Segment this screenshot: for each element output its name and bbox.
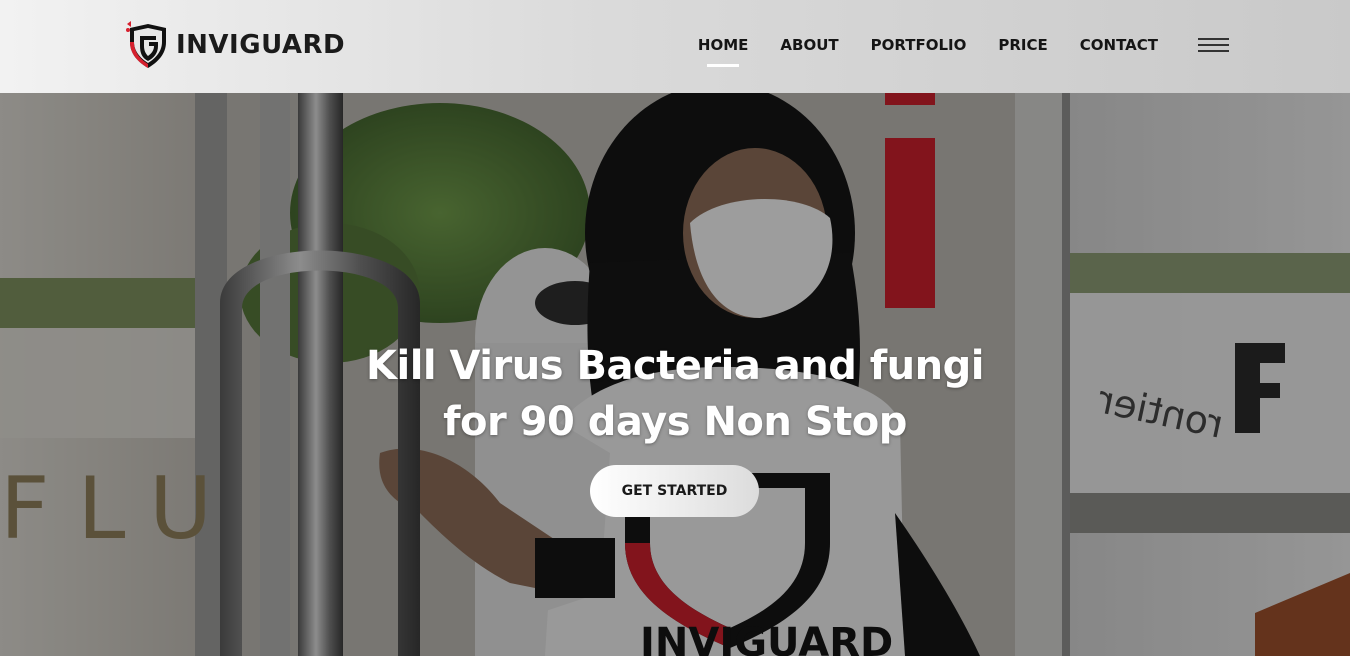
shield-logo-icon <box>126 21 166 68</box>
hero-title: Kill Virus Bacteria and fungi for 90 day… <box>275 338 1075 450</box>
nav-item-contact[interactable]: CONTACT <box>1080 36 1158 54</box>
hamburger-menu-icon[interactable] <box>1198 38 1229 56</box>
hero-section: FLU rontier INVIGUARD Kill Virus Bacteri… <box>0 93 1350 656</box>
nav-item-about[interactable]: ABOUT <box>780 36 838 54</box>
brand-logo[interactable]: INVIGUARD <box>124 20 345 72</box>
nav-item-portfolio[interactable]: PORTFOLIO <box>871 36 967 54</box>
nav-item-price[interactable]: PRICE <box>998 36 1047 54</box>
hamburger-bar <box>1198 44 1229 46</box>
hamburger-bar <box>1198 38 1229 40</box>
site-header: INVIGUARD HOME ABOUT PORTFOLIO PRICE CON… <box>0 0 1350 93</box>
hero-title-line-2: for 90 days Non Stop <box>443 399 907 445</box>
hamburger-bar <box>1198 50 1229 52</box>
get-started-button[interactable]: GET STARTED <box>590 465 759 517</box>
brand-name: INVIGUARD <box>176 30 346 60</box>
main-nav: HOME ABOUT PORTFOLIO PRICE CONTACT <box>666 36 1158 54</box>
hero-title-line-1: Kill Virus Bacteria and fungi <box>366 343 984 389</box>
nav-item-home[interactable]: HOME <box>698 36 748 54</box>
